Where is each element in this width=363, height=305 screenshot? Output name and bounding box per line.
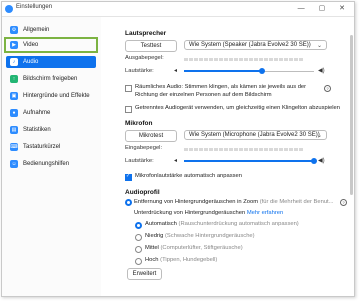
spatial-audio-label: Räumliches Audio: Stimmen klingen, als k…: [135, 84, 307, 98]
chevron-down-icon: ⌄: [316, 133, 322, 139]
window-controls[interactable]: — ▢ ✕: [298, 4, 351, 12]
suppression-label: Unterdrückung von Hintergrundgeräuschen: [134, 210, 246, 216]
suppression-label-row: Unterdrückung von Hintergrundgeräuschen …: [134, 210, 283, 216]
sidebar-item-backgrounds[interactable]: ▣ Hintergründe und Effekte: [6, 90, 96, 102]
noise-removal-main: Entfernung von Hintergrundgeräuschen in …: [134, 199, 259, 205]
headphones-icon: ♪: [10, 58, 18, 66]
suppression-low-radio[interactable]: [135, 234, 142, 241]
option-label: Hoch: [145, 257, 159, 263]
sidebar-item-label: Bedienungshilfen: [23, 161, 70, 167]
speaker-test-button[interactable]: Testtest: [125, 40, 177, 52]
mic-low-icon: ◂: [174, 158, 178, 164]
mic-device-dropdown[interactable]: Wie System (Microphone (Jabra Evolve2 30…: [184, 130, 327, 140]
noise-removal-label: Entfernung von Hintergrundgeräuschen in …: [134, 199, 334, 205]
sidebar-item-label: Statistiken: [23, 127, 51, 133]
sidebar-item-label: Audio: [23, 59, 39, 65]
speaker-heading: Lautsprecher: [125, 30, 167, 37]
window-title: Einstellungen: [16, 4, 53, 10]
mic-volume-label: Lautstärke:: [125, 158, 154, 164]
sidebar-item-video[interactable]: ▶ Video: [4, 37, 98, 53]
sidebar-item-label: Aufnahme: [23, 110, 51, 116]
speaker-volume-knob[interactable]: [259, 68, 265, 74]
speaker-device-dropdown[interactable]: Wie System (Speaker (Jabra Evolve2 30 SE…: [184, 40, 327, 50]
mic-device-value: Wie System (Microphone (Jabra Evolve2 30…: [189, 132, 320, 138]
sidebar-item-statistics[interactable]: ▤ Statistiken: [6, 124, 96, 136]
keyboard-icon: ⌨: [10, 143, 18, 151]
separate-device-checkbox[interactable]: [125, 106, 132, 113]
sidebar-item-recording[interactable]: ● Aufnahme: [6, 107, 96, 119]
audio-profile-heading: Audioprofil: [125, 189, 160, 196]
input-level-meter: [184, 148, 303, 151]
scrollbar[interactable]: [350, 35, 353, 195]
screen-share-icon: ↑: [10, 75, 18, 83]
sidebar-item-label: Video: [23, 42, 39, 48]
advanced-button[interactable]: Erweitert: [127, 268, 162, 280]
spatial-audio-checkbox[interactable]: [125, 85, 132, 92]
suppression-auto-label: Automatisch (Rauschunterdrückung automat…: [145, 221, 299, 227]
settings-window: Einstellungen — ▢ ✕ ⚙ Allgemein ▶ Video …: [1, 1, 355, 297]
zoom-app-icon: [5, 5, 13, 13]
option-hint: (Schwache Hintergrundgeräusche): [165, 233, 255, 239]
auto-adjust-checkbox[interactable]: [125, 173, 132, 181]
option-hint: (Tippen, Hundegebell): [160, 257, 218, 263]
speaker-volume-label: Lautstärke:: [125, 68, 154, 74]
speaker-low-icon: ◂: [174, 68, 178, 74]
option-label: Mittel: [145, 245, 159, 251]
mic-test-button[interactable]: Mikrotest: [125, 130, 177, 142]
video-camera-icon: ▶: [10, 41, 18, 49]
sidebar-item-shortcuts[interactable]: ⌨ Tastaturkürzel: [6, 141, 96, 153]
option-label: Automatisch: [145, 221, 177, 227]
auto-adjust-label: Mikrofonlautstärke automatisch anpassen: [135, 173, 242, 179]
gear-icon: ⚙: [10, 26, 18, 34]
sidebar-item-screen-share[interactable]: ↑ Bildschirm freigeben: [6, 73, 96, 85]
sidebar-item-label: Bildschirm freigeben: [23, 76, 78, 82]
record-icon: ●: [10, 109, 18, 117]
option-hint: (Rauschunterdrückung automatisch anpasse…: [178, 221, 299, 227]
suppression-high-radio[interactable]: [135, 258, 142, 265]
accessibility-icon: ☺: [10, 160, 18, 168]
mic-volume-knob[interactable]: [311, 158, 317, 164]
output-level-label: Ausgabepegel:: [125, 55, 164, 61]
mic-heading: Mikrofon: [125, 120, 153, 127]
option-hint: (Computerlüfter, Stiftgeräusche): [160, 245, 243, 251]
mic-high-icon: ◀): [318, 158, 325, 164]
speaker-volume-fill: [184, 70, 262, 72]
chevron-down-icon: ⌄: [316, 43, 322, 49]
noise-removal-radio[interactable]: [125, 199, 132, 206]
option-label: Niedrig: [145, 233, 164, 239]
speaker-high-icon: ◀): [318, 68, 325, 74]
sidebar-item-label: Hintergründe und Effekte: [23, 93, 90, 99]
settings-sidebar: ⚙ Allgemein ▶ Video ♪ Audio ↑ Bildschirm…: [2, 17, 101, 296]
suppression-medium-radio[interactable]: [135, 246, 142, 253]
speaker-device-value: Wie System (Speaker (Jabra Evolve2 30 SE…: [189, 42, 311, 48]
input-level-label: Eingabepegel:: [125, 145, 163, 151]
sidebar-item-label: Allgemein: [23, 27, 50, 33]
statistics-icon: ▤: [10, 126, 18, 134]
mic-volume-fill: [184, 160, 314, 162]
help-icon[interactable]: ?: [340, 199, 347, 206]
background-icon: ▣: [10, 92, 18, 100]
separate-device-label: Getrenntes Audiogerät verwenden, um glei…: [135, 105, 340, 111]
sidebar-item-audio[interactable]: ♪ Audio: [6, 56, 96, 68]
sidebar-item-label: Tastaturkürzel: [23, 144, 61, 150]
suppression-low-label: Niedrig (Schwache Hintergrundgeräusche): [145, 233, 255, 239]
help-icon[interactable]: ?: [324, 85, 331, 92]
title-bar: Einstellungen — ▢ ✕: [2, 2, 354, 17]
output-level-meter: [184, 58, 303, 61]
suppression-auto-radio[interactable]: [135, 222, 142, 229]
learn-more-link[interactable]: Mehr erfahren: [247, 210, 283, 216]
suppression-high-label: Hoch (Tippen, Hundegebell): [145, 257, 217, 263]
noise-removal-hint: (für die Mehrheit der Benut...: [259, 199, 334, 205]
audio-settings-panel: Lautsprecher Testtest Wie System (Speake…: [102, 17, 354, 296]
sidebar-item-accessibility[interactable]: ☺ Bedienungshilfen: [6, 158, 96, 170]
sidebar-item-general[interactable]: ⚙ Allgemein: [6, 24, 96, 36]
suppression-medium-label: Mittel (Computerlüfter, Stiftgeräusche): [145, 245, 243, 251]
